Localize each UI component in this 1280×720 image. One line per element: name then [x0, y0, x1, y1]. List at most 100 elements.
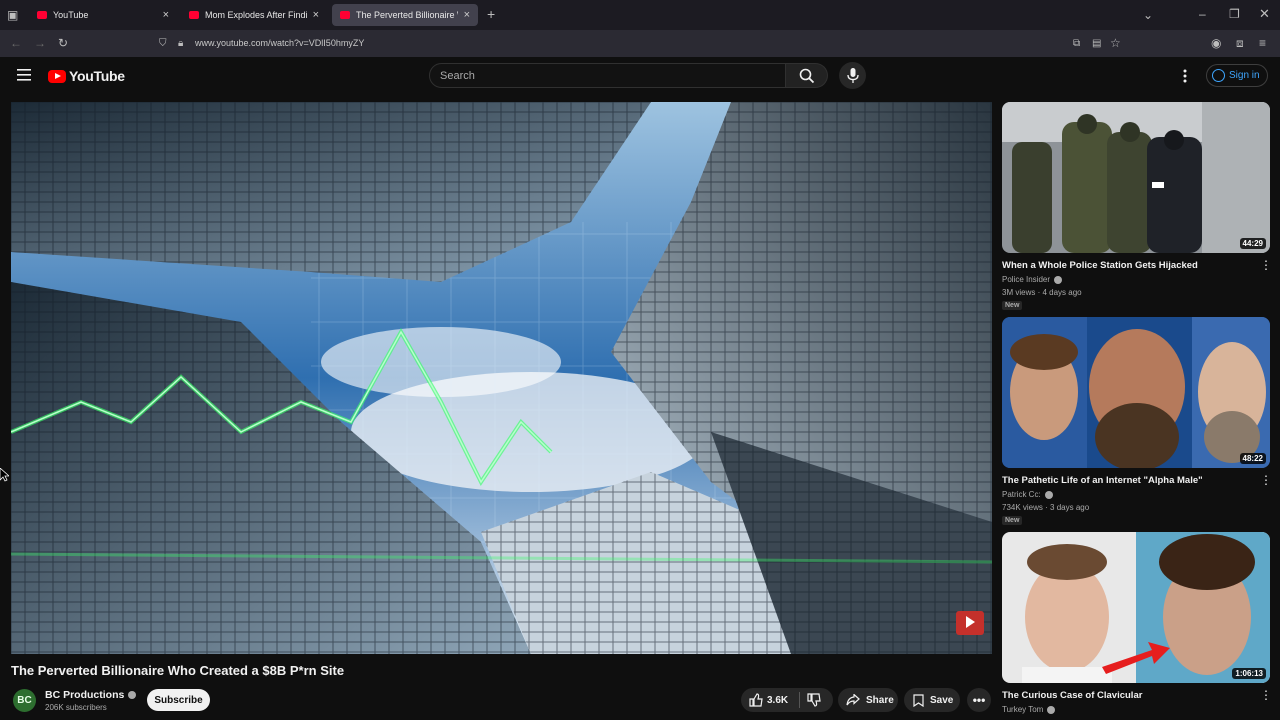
video-frame-skyscrapers — [11, 102, 992, 654]
video-thumbnail[interactable]: 44:29 — [1002, 102, 1270, 253]
close-window-icon[interactable]: ✕ — [1259, 7, 1270, 20]
recommendation-channel-name: Turkey Tom — [1002, 705, 1044, 714]
like-button[interactable] — [749, 693, 763, 710]
recommendation-channel-name: Patrick Cc: — [1002, 490, 1041, 499]
close-tab-icon[interactable]: × — [464, 9, 470, 21]
video-duration: 44:29 — [1239, 238, 1266, 249]
youtube-logo[interactable]: YouTube — [48, 68, 125, 84]
recommendation-item[interactable]: 1:06:13 The Curious Case of Clavicular T… — [1002, 532, 1272, 720]
more-horizontal-icon: ••• — [972, 693, 986, 707]
recommendation-channel[interactable]: Patrick Cc: — [1002, 490, 1053, 499]
reload-icon[interactable]: ↻ — [58, 37, 68, 49]
bookmark-star-icon[interactable]: ☆ — [1110, 37, 1121, 49]
verified-badge-icon — [1044, 490, 1053, 499]
verified-badge-icon — [1054, 275, 1063, 284]
dislike-button[interactable] — [807, 693, 821, 710]
guide-menu-icon[interactable] — [17, 69, 31, 81]
mouse-cursor-icon — [0, 468, 9, 482]
video-duration: 48:22 — [1239, 453, 1266, 464]
youtube-favicon-icon — [340, 11, 350, 19]
recommendation-meta: 734K views · 3 days ago — [1002, 503, 1090, 512]
youtube-logo-text: YouTube — [69, 68, 125, 84]
new-tab-icon[interactable]: + — [487, 7, 495, 21]
save-label: Save — [930, 694, 954, 706]
new-badge: New — [1002, 301, 1023, 310]
like-count: 3.6K — [767, 695, 789, 706]
picture-in-picture-icon[interactable]: ⧉ — [1073, 38, 1080, 50]
sign-in-button[interactable]: Sign in — [1206, 64, 1268, 87]
recommendation-more-icon[interactable]: ⋮ — [1260, 259, 1272, 271]
recommendation-title[interactable]: The Curious Case of Clavicular — [1002, 690, 1142, 701]
more-actions-button[interactable]: ••• — [967, 688, 991, 712]
back-arrow-icon[interactable]: ← — [10, 37, 22, 49]
channel-avatar[interactable]: BC — [13, 689, 36, 712]
maximize-window-icon[interactable]: ❐ — [1229, 8, 1240, 20]
subscriber-count: 206K subscribers — [45, 703, 107, 712]
user-avatar-icon — [1212, 69, 1225, 82]
tab-title: Mom Explodes After Finding O — [205, 10, 307, 20]
extensions-icon[interactable]: ⧈ — [1236, 37, 1244, 49]
share-label: Share — [866, 694, 894, 706]
settings-more-icon[interactable] — [1183, 69, 1187, 83]
search-button[interactable] — [786, 63, 828, 88]
browser-tab-perverted-billionaire[interactable]: The Perverted Billionaire W × — [332, 4, 478, 26]
browser-tab-mom-explodes[interactable]: Mom Explodes After Finding O × — [181, 4, 327, 26]
video-duration: 1:06:13 — [1232, 668, 1266, 679]
youtube-favicon-icon — [37, 11, 47, 19]
recommendation-meta: 3M views · 4 days ago — [1002, 288, 1082, 297]
share-arrow-icon — [846, 694, 860, 706]
save-button[interactable]: Save — [904, 688, 960, 712]
recommendation-channel[interactable]: Police Insider — [1002, 275, 1063, 284]
shield-icon[interactable]: ⛉ — [159, 38, 167, 50]
account-icon[interactable]: ◉ — [1211, 37, 1221, 49]
recommendation-title[interactable]: When a Whole Police Station Gets Hijacke… — [1002, 260, 1198, 271]
verified-badge-icon — [128, 691, 137, 700]
close-tab-icon[interactable]: × — [313, 9, 319, 21]
recommendation-title[interactable]: The Pathetic Life of an Internet "Alpha … — [1002, 475, 1203, 486]
close-tab-icon[interactable]: × — [163, 9, 169, 21]
video-thumbnail[interactable]: 48:22 — [1002, 317, 1270, 468]
list-tabs-chevron-icon[interactable]: ⌄ — [1143, 9, 1153, 21]
channel-watermark-icon[interactable] — [956, 611, 984, 635]
channel-name[interactable]: BC Productions — [45, 689, 137, 701]
verified-badge-icon — [1047, 705, 1056, 714]
sign-in-label: Sign in — [1229, 70, 1260, 81]
microphone-icon — [846, 67, 859, 83]
minimize-window-icon[interactable]: – — [1199, 8, 1206, 20]
recommendation-item[interactable]: 44:29 When a Whole Police Station Gets H… — [1002, 102, 1272, 314]
thumbnail-police-raid — [1002, 102, 1270, 253]
youtube-play-logo-icon — [48, 69, 66, 83]
video-title: The Perverted Billionaire Who Created a … — [11, 663, 345, 678]
video-player[interactable] — [11, 102, 992, 654]
browser-tab-youtube[interactable]: YouTube × — [29, 4, 177, 26]
subscribe-button[interactable]: Subscribe — [147, 689, 210, 711]
recommendation-more-icon[interactable]: ⋮ — [1260, 689, 1272, 701]
share-button[interactable]: Share — [838, 688, 898, 712]
voice-search-button[interactable] — [839, 62, 866, 89]
url-text[interactable]: www.youtube.com/watch?v=VDlI50hmyZY — [195, 38, 364, 48]
thumbnail-alpha-male-faces — [1002, 317, 1270, 468]
youtube-favicon-icon — [189, 11, 199, 19]
tab-title: The Perverted Billionaire W — [356, 10, 458, 20]
reader-view-icon[interactable]: ▤ — [1092, 38, 1101, 50]
forward-arrow-icon[interactable]: → — [34, 37, 46, 49]
new-badge: New — [1002, 516, 1023, 525]
thumbs-up-icon — [749, 693, 763, 707]
menu-hamburger-icon[interactable]: ≡ — [1259, 37, 1266, 49]
video-thumbnail[interactable]: 1:06:13 — [1002, 532, 1270, 683]
recommendation-item[interactable]: 48:22 The Pathetic Life of an Internet "… — [1002, 317, 1272, 529]
recommendation-channel-name: Police Insider — [1002, 275, 1051, 284]
channel-name-text: BC Productions — [45, 689, 125, 701]
save-playlist-icon — [913, 693, 924, 707]
recommendation-channel[interactable]: Turkey Tom — [1002, 705, 1056, 714]
recommendation-more-icon[interactable]: ⋮ — [1260, 474, 1272, 486]
thumbs-down-icon — [807, 693, 821, 707]
search-input[interactable]: Search — [429, 63, 786, 88]
tab-list-icon[interactable]: ▣ — [7, 9, 18, 21]
like-divider — [799, 692, 800, 708]
lock-icon[interactable]: 🔒︎ — [178, 38, 183, 50]
like-dislike-group: 3.6K — [741, 688, 833, 712]
thumbnail-clavicular-faces — [1002, 532, 1270, 683]
tab-title: YouTube — [53, 10, 89, 20]
search-icon — [799, 68, 815, 84]
